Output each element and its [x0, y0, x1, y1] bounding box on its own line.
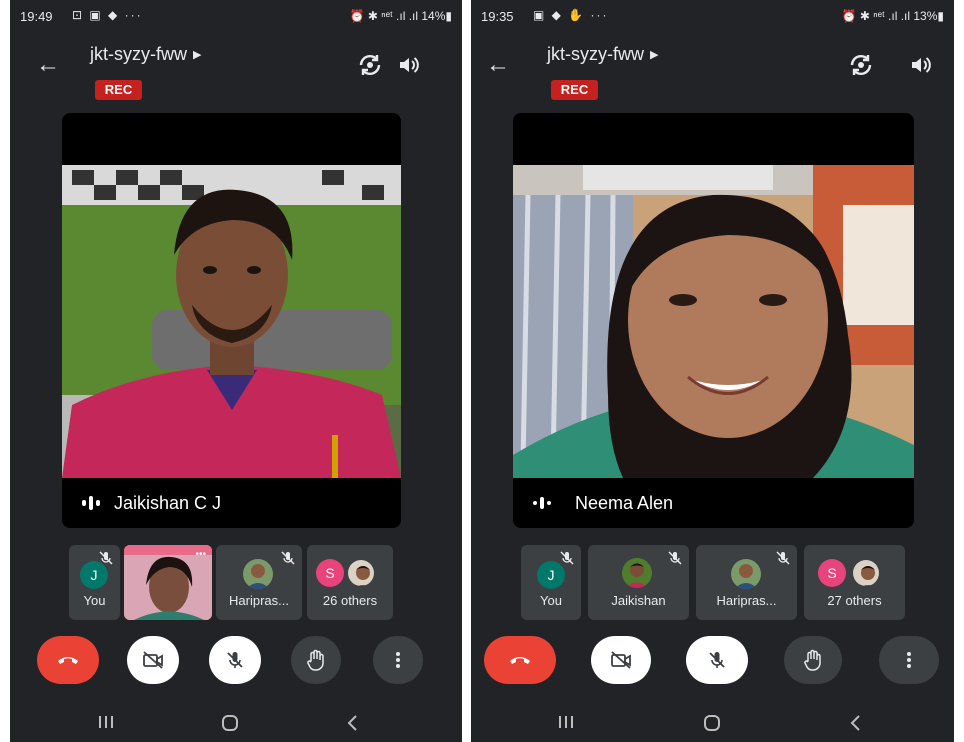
- notification-icons: ⊡ ▣ ◆ ···: [72, 8, 143, 22]
- speaking-indicator-icon: [533, 497, 551, 509]
- avatar: [851, 558, 881, 588]
- recording-badge: REC: [551, 80, 598, 100]
- android-nav-bar: [10, 706, 462, 742]
- raise-hand-icon: [804, 649, 821, 671]
- speaker-icon[interactable]: [908, 52, 934, 78]
- speaker-name-bar: Jaikishan C J: [62, 478, 401, 528]
- mic-off-icon: [668, 551, 682, 565]
- avatar: [346, 558, 376, 588]
- meeting-name[interactable]: jkt-syzy-fww ▶: [90, 44, 201, 65]
- speaker-name: Jaikishan C J: [114, 493, 222, 513]
- main-video-card[interactable]: Neema Alen: [513, 113, 914, 528]
- recent-apps-icon[interactable]: [557, 714, 575, 730]
- tile-label: Jaikishan: [611, 593, 666, 608]
- home-icon[interactable]: [220, 714, 240, 732]
- participant-tile-you[interactable]: J You: [521, 545, 581, 620]
- mic-off-icon: [281, 551, 295, 565]
- raise-hand-button[interactable]: [291, 636, 341, 684]
- avatar: [243, 559, 273, 589]
- meeting-name-label: jkt-syzy-fww: [547, 44, 644, 64]
- arrow-back-icon[interactable]: ←: [36, 53, 60, 77]
- recent-apps-icon[interactable]: [97, 714, 115, 730]
- avatar: [622, 558, 652, 588]
- participant-tile-others[interactable]: S 26 others: [307, 545, 393, 620]
- switch-camera-icon[interactable]: [357, 52, 383, 78]
- participant-video-feed: [513, 165, 914, 478]
- switch-camera-icon[interactable]: [848, 52, 874, 78]
- arrow-back-icon[interactable]: ←: [486, 53, 510, 77]
- status-time: 19:49: [20, 9, 53, 24]
- raise-hand-button[interactable]: [784, 636, 842, 684]
- meeting-name[interactable]: jkt-syzy-fww ▶: [547, 44, 658, 65]
- avatar: S: [316, 559, 344, 587]
- caret-right-icon: ▶: [193, 49, 202, 61]
- avatar: [731, 559, 761, 589]
- mic-toggle-button[interactable]: [209, 636, 261, 684]
- tile-label: 26 others: [322, 593, 378, 608]
- camera-off-icon: [143, 651, 163, 669]
- more-options-button[interactable]: [879, 636, 939, 684]
- camera-off-icon: [611, 651, 631, 669]
- raise-hand-icon: [307, 649, 324, 671]
- home-icon[interactable]: [702, 714, 722, 732]
- more-options-icon: [396, 652, 400, 668]
- mic-off-icon: [560, 551, 574, 565]
- speaker-icon[interactable]: [396, 52, 422, 78]
- tile-label: 27 others: [827, 593, 882, 608]
- mic-off-icon: [227, 652, 243, 668]
- recording-badge: REC: [95, 80, 142, 100]
- left-phone-screen: 19:49 ⊡ ▣ ◆ ··· ⏰ ✱ ⁿᵉᵗ .ıl .ıl 14%▮ ← j…: [10, 0, 462, 742]
- end-call-icon: [58, 657, 78, 664]
- tile-label: You: [540, 593, 562, 608]
- status-time: 19:35: [481, 9, 514, 24]
- camera-toggle-button[interactable]: [591, 636, 651, 684]
- participant-tile-haripras[interactable]: Haripras...: [216, 545, 302, 620]
- status-bar: 19:49 ⊡ ▣ ◆ ··· ⏰ ✱ ⁿᵉᵗ .ıl .ıl 14%▮: [10, 0, 462, 30]
- android-nav-bar: [471, 706, 954, 742]
- system-status-icons: ⏰ ✱ ⁿᵉᵗ .ıl .ıl 14%▮: [349, 9, 452, 23]
- avatar: S: [818, 559, 846, 587]
- participant-tile-others[interactable]: S 27 others: [804, 545, 905, 620]
- end-call-icon: [510, 657, 530, 664]
- caret-right-icon: ▶: [650, 49, 659, 61]
- speaker-name: Neema Alen: [575, 493, 674, 513]
- participant-video-feed: [62, 165, 401, 478]
- more-options-icon[interactable]: •••: [195, 549, 206, 560]
- mic-off-icon: [99, 551, 113, 565]
- camera-toggle-button[interactable]: [127, 636, 179, 684]
- more-options-icon: [907, 652, 911, 668]
- mic-off-icon: [776, 551, 790, 565]
- participant-tile-haripras[interactable]: Haripras...: [696, 545, 797, 620]
- mic-off-icon: [709, 652, 725, 668]
- more-options-button[interactable]: [373, 636, 423, 684]
- tile-label: Haripras...: [229, 593, 289, 608]
- end-call-button[interactable]: [37, 636, 99, 684]
- system-status-icons: ⏰ ✱ ⁿᵉᵗ .ıl .ıl 13%▮: [841, 9, 944, 23]
- speaker-name-bar: Neema Alen: [513, 478, 914, 528]
- meeting-name-label: jkt-syzy-fww: [90, 44, 187, 64]
- participant-tile-video[interactable]: •••: [124, 545, 212, 620]
- speaking-indicator-icon: [82, 496, 100, 510]
- tile-label: You: [83, 593, 106, 608]
- back-nav-icon[interactable]: [848, 714, 862, 732]
- status-bar: 19:35 ▣ ◆ ✋ ··· ⏰ ✱ ⁿᵉᵗ .ıl .ıl 13%▮: [471, 0, 954, 30]
- back-nav-icon[interactable]: [345, 714, 359, 732]
- main-video-card[interactable]: Jaikishan C J: [62, 113, 401, 528]
- right-phone-screen: 19:35 ▣ ◆ ✋ ··· ⏰ ✱ ⁿᵉᵗ .ıl .ıl 13%▮ ← j…: [471, 0, 954, 742]
- tile-label: Haripras...: [716, 593, 777, 608]
- notification-icons: ▣ ◆ ✋ ···: [533, 8, 609, 22]
- participant-tile-jaikishan[interactable]: Jaikishan: [588, 545, 689, 620]
- end-call-button[interactable]: [484, 636, 556, 684]
- mic-toggle-button[interactable]: [686, 636, 748, 684]
- participant-tile-you[interactable]: J You: [69, 545, 120, 620]
